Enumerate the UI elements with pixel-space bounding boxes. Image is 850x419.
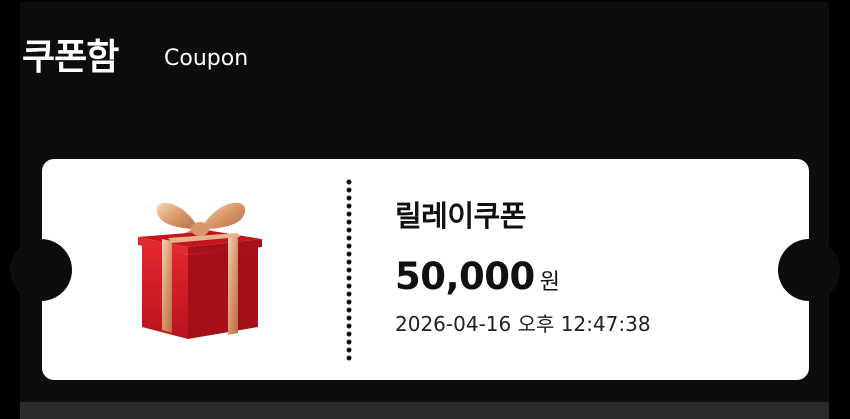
coupon-amount-unit: 원 — [539, 270, 561, 295]
perforation-divider — [346, 178, 352, 362]
coupon-amount: 50,000 — [395, 255, 535, 298]
page-subtitle: Coupon — [164, 46, 249, 71]
coupon-datetime: 2026-04-16 오후 12:47:38 — [395, 312, 651, 336]
coupon-amount-row: 50,000 원 — [395, 252, 560, 302]
ticket-notch-right — [778, 239, 840, 301]
gift-box-icon — [138, 202, 262, 339]
bottom-bar — [20, 402, 829, 419]
coupon-name: 릴레이쿠폰 — [395, 199, 526, 233]
page-title: 쿠폰함 — [22, 37, 119, 78]
ticket-notch-left — [10, 239, 72, 301]
